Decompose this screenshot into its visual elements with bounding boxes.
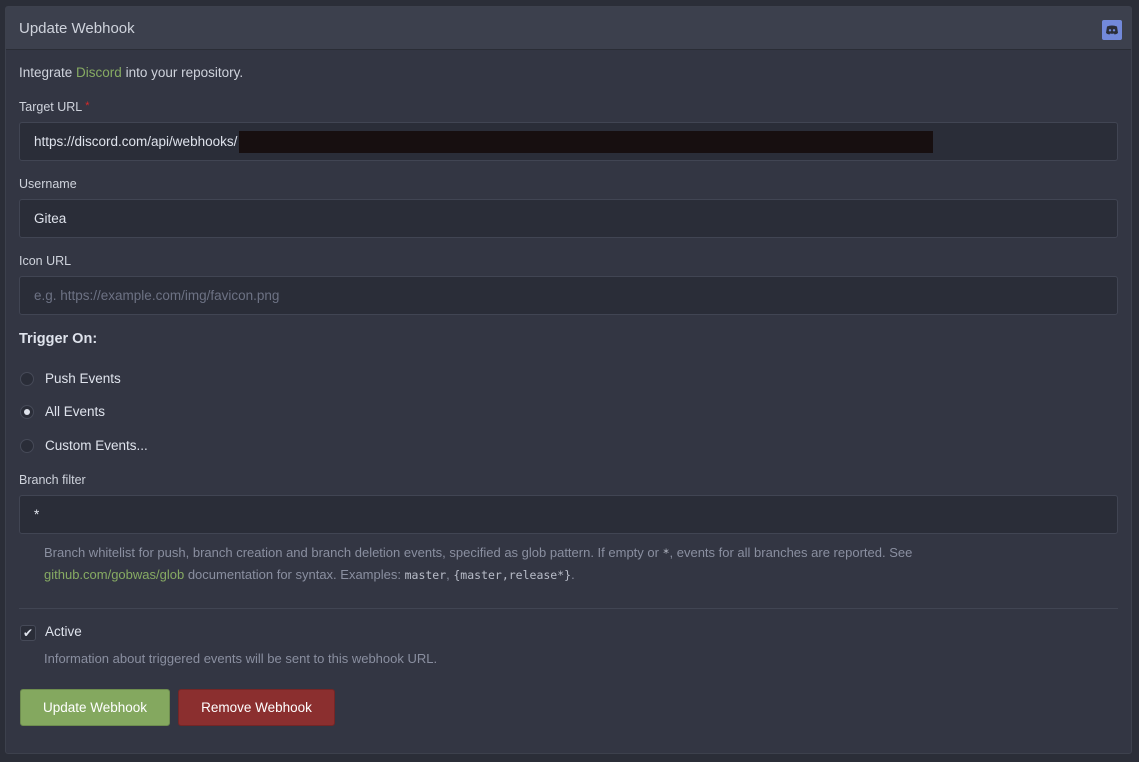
radio-custom-events[interactable] — [20, 439, 34, 453]
intro-suffix: into your repository. — [121, 65, 244, 80]
active-label[interactable]: Active — [45, 624, 82, 639]
active-checkbox[interactable]: ✔ — [20, 625, 36, 641]
username-input[interactable]: Gitea — [19, 199, 1118, 238]
target-url-label-text: Target URL — [19, 100, 83, 114]
divider — [19, 608, 1118, 609]
active-help: Information about triggered events will … — [44, 651, 438, 666]
help-code-1: * — [662, 546, 670, 560]
discord-link[interactable]: Discord — [76, 65, 122, 80]
panel-header: Update Webhook — [6, 7, 1131, 50]
icon-url-input[interactable]: e.g. https://example.com/img/favicon.png — [19, 276, 1118, 315]
radio-push-events[interactable] — [20, 372, 34, 386]
update-webhook-button[interactable]: Update Webhook — [20, 689, 170, 726]
help-text-1: Branch whitelist for push, branch creati… — [44, 545, 663, 560]
branch-filter-input[interactable]: * — [19, 495, 1118, 534]
help-text-3: documentation for syntax. Examples: — [184, 567, 405, 582]
help-text-5: . — [571, 567, 575, 582]
branch-filter-label: Branch filter — [19, 473, 86, 487]
target-url-input[interactable]: https://discord.com/api/webhooks/ — [19, 122, 1118, 161]
branch-filter-help: Branch whitelist for push, branch creati… — [44, 542, 1004, 586]
username-label: Username — [19, 177, 77, 191]
intro-prefix: Integrate — [19, 65, 77, 80]
help-text-2: , events for all branches are reported. … — [669, 545, 913, 560]
radio-label-custom-events[interactable]: Custom Events... — [45, 438, 148, 453]
target-url-label: Target URL * — [19, 100, 90, 114]
radio-all-events[interactable] — [20, 405, 34, 419]
required-mark: * — [85, 100, 90, 112]
help-code-2: master — [404, 568, 447, 582]
branch-filter-value: * — [34, 507, 40, 522]
webhook-panel: Update Webhook Integrate Discord into yo… — [5, 6, 1132, 754]
radio-label-all-events[interactable]: All Events — [45, 404, 105, 419]
redacted-token — [239, 130, 934, 153]
discord-icon — [1102, 20, 1122, 40]
target-url-value: https://discord.com/api/webhooks/ — [34, 134, 238, 149]
help-code-3: {master,release*} — [453, 568, 572, 582]
icon-url-label: Icon URL — [19, 254, 72, 268]
icon-url-placeholder: e.g. https://example.com/img/favicon.png — [34, 288, 280, 303]
intro-text: Integrate Discord into your repository. — [19, 65, 243, 80]
glob-docs-link[interactable]: github.com/gobwas/glob — [44, 567, 184, 582]
radio-label-push-events[interactable]: Push Events — [45, 371, 121, 386]
remove-webhook-button[interactable]: Remove Webhook — [178, 689, 335, 726]
username-value: Gitea — [34, 211, 67, 226]
trigger-title: Trigger On: — [19, 331, 98, 347]
panel-title: Update Webhook — [19, 19, 135, 37]
